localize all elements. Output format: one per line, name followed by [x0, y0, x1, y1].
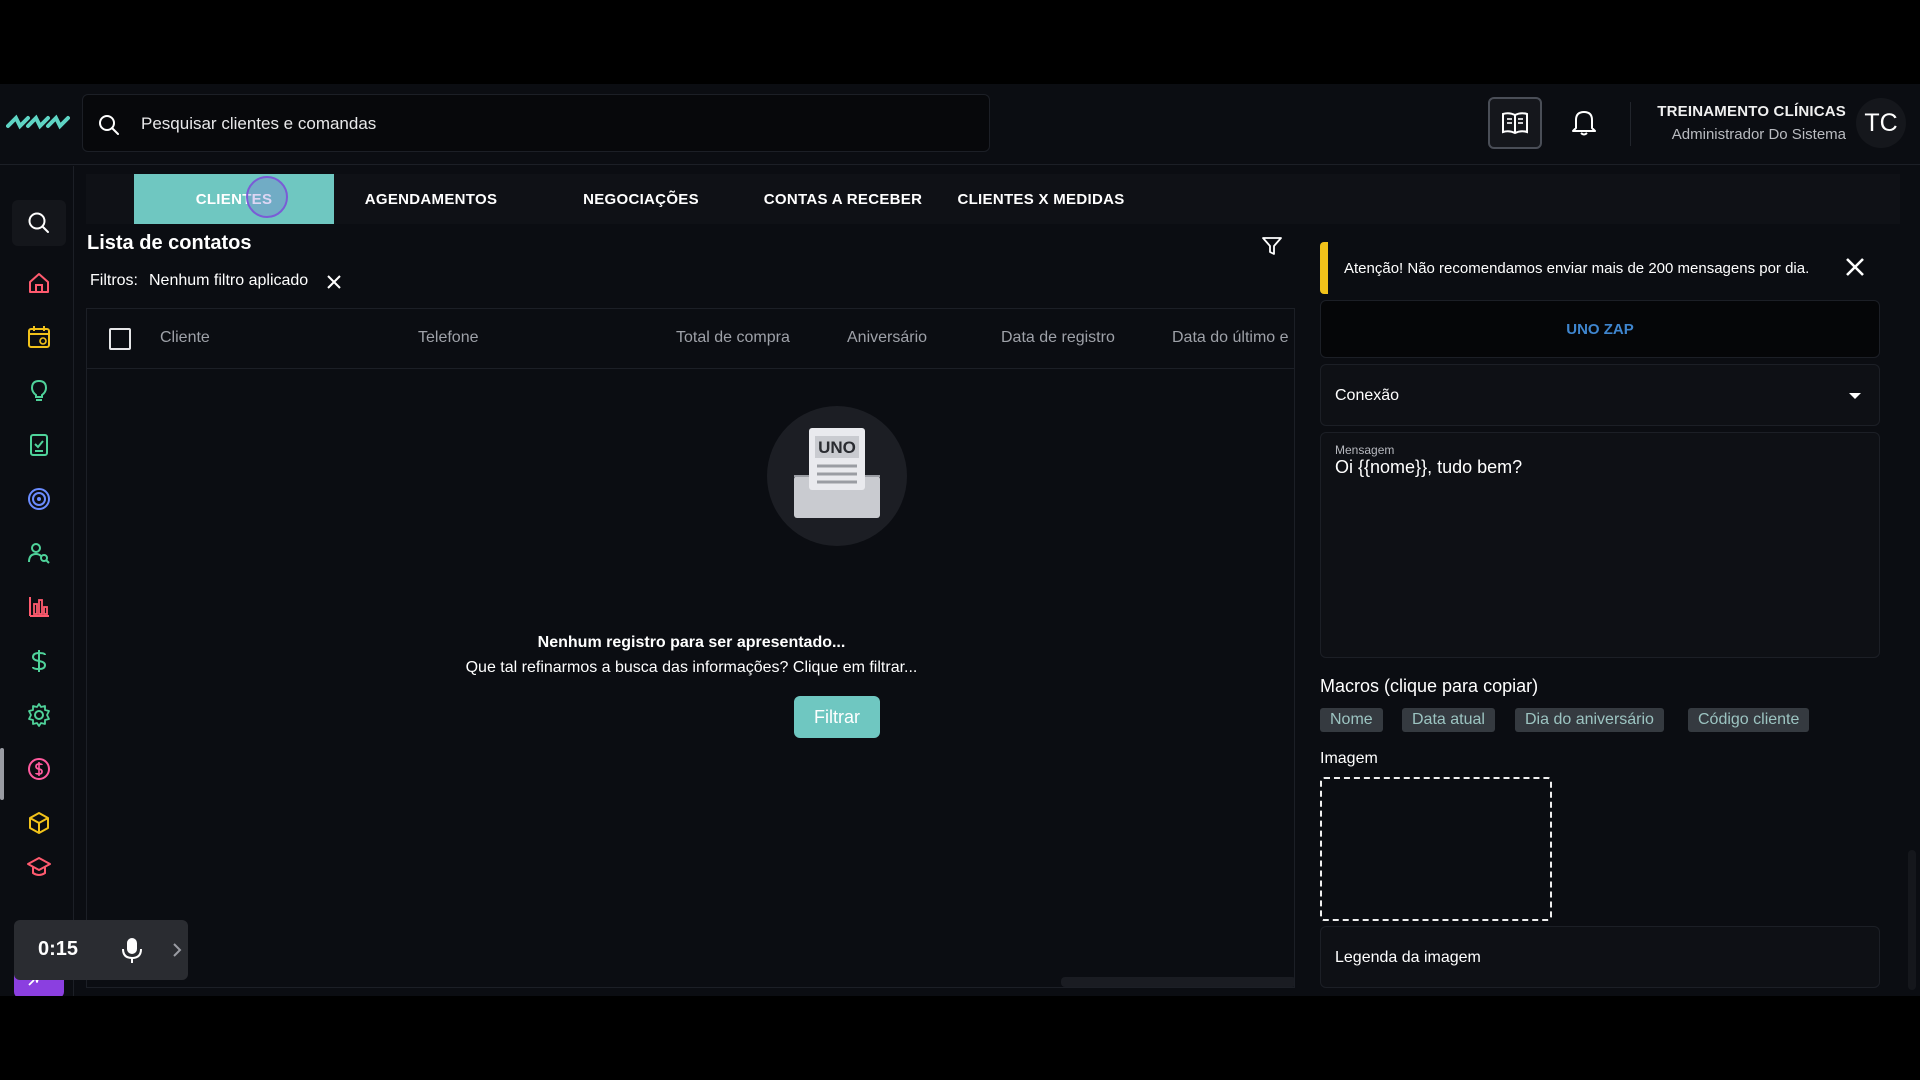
close-icon[interactable]	[1842, 254, 1868, 280]
macro-chip[interactable]: Dia do aniversário	[1515, 708, 1664, 732]
filter-icon[interactable]	[1260, 234, 1284, 258]
column-header[interactable]: Telefone	[418, 329, 479, 347]
search-bar	[82, 94, 990, 152]
docs-button[interactable]	[1488, 97, 1542, 149]
sidebar-item-settings[interactable]	[12, 692, 66, 738]
filter-button[interactable]: Filtrar	[794, 696, 880, 738]
sidebar-item-courses[interactable]	[12, 854, 66, 884]
search-input[interactable]	[141, 107, 961, 141]
message-value: Oi {{nome}}, tudo bem?	[1335, 457, 1523, 477]
table-header: Cliente Telefone Total de compra Anivers…	[87, 309, 1294, 369]
column-header[interactable]: Data do último e	[1172, 329, 1289, 347]
user-name: TREINAMENTO CLÍNICAS	[1657, 103, 1846, 120]
empty-state-subtitle: Que tal refinarmos a busca das informaçõ…	[465, 659, 918, 676]
gear-icon	[28, 703, 50, 727]
checklist-icon	[30, 434, 48, 456]
search-icon	[28, 212, 49, 233]
connection-select[interactable]: Conexão	[1320, 364, 1880, 426]
divider	[1630, 102, 1631, 146]
select-all-checkbox[interactable]	[109, 328, 131, 350]
graduation-cap-icon	[27, 857, 51, 876]
box-icon	[29, 812, 49, 834]
tab-clientes[interactable]: CLIENTES	[134, 174, 334, 224]
image-dropzone[interactable]	[1320, 777, 1552, 921]
users-search-icon	[28, 543, 50, 564]
empty-state-title: Nenhum registro para ser apresentado...	[537, 634, 846, 651]
bar-chart-icon	[29, 597, 49, 617]
uno-zap-button[interactable]: UNO ZAP	[1320, 300, 1880, 358]
connection-label: Conexão	[1335, 387, 1400, 404]
warning-accent	[1320, 242, 1328, 294]
coin-icon	[28, 758, 50, 780]
click-indicator	[246, 176, 288, 218]
column-header[interactable]: Cliente	[160, 329, 210, 347]
sidebar-item-search[interactable]	[12, 200, 66, 246]
sidebar-item-home[interactable]	[12, 260, 66, 306]
panel-scrollbar[interactable]	[1908, 850, 1916, 990]
sidebar-item-billing[interactable]	[12, 746, 66, 792]
warning-banner: Atenção! Não recomendamos enviar mais de…	[1320, 242, 1880, 294]
filters-value: Nenhum filtro aplicado	[149, 272, 309, 289]
sidebar-item-ideas[interactable]	[12, 368, 66, 414]
recording-time: 0:15	[38, 938, 79, 960]
sidebar-item-clients[interactable]	[12, 530, 66, 576]
sidebar-item-calendar[interactable]	[12, 314, 66, 360]
open-book-icon	[1502, 112, 1528, 135]
tab-agendamentos[interactable]: AGENDAMENTOS	[346, 174, 516, 224]
clear-filters-icon[interactable]	[324, 272, 344, 292]
dollar-icon	[31, 650, 47, 672]
macro-chip[interactable]: Data atual	[1402, 708, 1495, 732]
logo-icon[interactable]	[6, 112, 70, 132]
tab-clientes-x-medidas[interactable]: CLIENTES X MEDIDAS	[946, 174, 1136, 224]
uno-logo-text: UNO	[818, 438, 856, 457]
empty-state-illustration: UNO	[767, 406, 907, 546]
microphone-icon[interactable]	[120, 936, 144, 964]
image-caption-label: Legenda da imagem	[1335, 949, 1481, 966]
sidebar	[0, 166, 74, 996]
message-caption: Mensagem	[1335, 443, 1395, 457]
sidebar-item-goals[interactable]	[12, 476, 66, 522]
message-textarea[interactable]: Mensagem Oi {{nome}}, tudo bem?	[1320, 432, 1880, 658]
macro-chip[interactable]: Código cliente	[1688, 708, 1810, 732]
lightbulb-icon	[30, 379, 48, 401]
avatar[interactable]: TC	[1856, 98, 1906, 148]
search-icon	[99, 115, 119, 135]
column-header[interactable]: Aniversário	[847, 329, 927, 347]
sidebar-item-stock[interactable]	[12, 800, 66, 846]
tab-bar: CLIENTES AGENDAMENTOS NEGOCIAÇÕES CONTAS…	[86, 174, 1900, 224]
recorder-widget: 0:15	[14, 920, 188, 980]
app-window: TREINAMENTO CLÍNICAS Administrador Do Si…	[0, 84, 1920, 996]
horizontal-scrollbar[interactable]	[1061, 977, 1294, 987]
tab-negociacoes[interactable]: NEGOCIAÇÕES	[546, 174, 736, 224]
page-title: Lista de contatos	[87, 232, 252, 254]
contacts-table: Cliente Telefone Total de compra Anivers…	[86, 308, 1295, 988]
calendar-icon	[28, 326, 50, 348]
sidebar-item-finance[interactable]	[12, 638, 66, 684]
sidebar-item-reports[interactable]	[12, 584, 66, 630]
macros-title: Macros (clique para copiar)	[1320, 676, 1539, 696]
user-role: Administrador Do Sistema	[1671, 126, 1846, 143]
inbox-icon: UNO	[794, 428, 880, 518]
tab-contas-a-receber[interactable]: CONTAS A RECEBER	[748, 174, 938, 224]
column-header[interactable]: Data de registro	[1001, 329, 1115, 347]
image-caption-field[interactable]: Legenda da imagem	[1320, 926, 1880, 988]
bell-icon[interactable]	[1568, 106, 1600, 138]
macro-chip[interactable]: Nome	[1320, 708, 1383, 732]
sidebar-active-indicator	[0, 748, 4, 800]
warning-text: Atenção! Não recomendamos enviar mais de…	[1344, 260, 1810, 277]
top-bar: TREINAMENTO CLÍNICAS Administrador Do Si…	[0, 84, 1920, 165]
filters-label: Filtros:	[90, 272, 138, 289]
chevron-right-icon[interactable]	[170, 941, 184, 959]
column-header[interactable]: Total de compra	[676, 329, 790, 347]
image-title: Imagem	[1320, 750, 1378, 767]
caret-down-icon	[1849, 393, 1861, 399]
home-icon	[29, 273, 49, 293]
sidebar-item-tasks[interactable]	[12, 422, 66, 468]
target-icon	[28, 488, 50, 510]
